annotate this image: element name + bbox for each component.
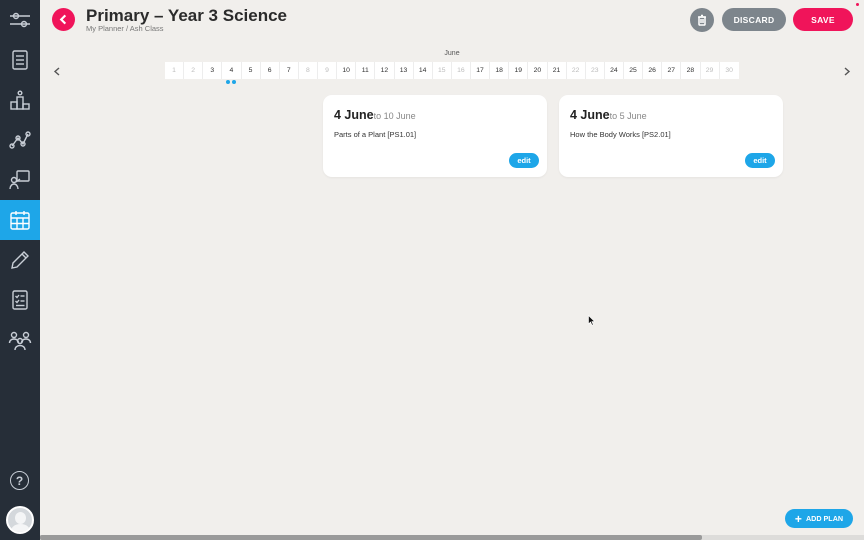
- calendar-day[interactable]: 27: [662, 62, 682, 79]
- calendar-day[interactable]: 8: [299, 62, 318, 79]
- nav-assessment[interactable]: [0, 80, 40, 120]
- nav-edit[interactable]: [0, 240, 40, 280]
- calendar-day[interactable]: 26: [643, 62, 663, 79]
- add-plan-button[interactable]: + ADD PLAN: [785, 509, 853, 528]
- nav-progress[interactable]: [0, 120, 40, 160]
- calendar-day[interactable]: 10: [337, 62, 357, 79]
- discard-button[interactable]: DISCARD: [722, 8, 786, 31]
- plan-date-range: 4 Juneto 5 June: [570, 106, 647, 124]
- scrollbar-thumb[interactable]: [40, 535, 702, 540]
- avatar-shoulders: [11, 524, 30, 532]
- calendar-day[interactable]: 21: [548, 62, 567, 79]
- back-button[interactable]: [52, 8, 75, 31]
- nav-curriculum[interactable]: [0, 40, 40, 80]
- next-month-button[interactable]: [841, 64, 853, 78]
- calendar-icon: [10, 211, 30, 230]
- calendar-day[interactable]: 3: [203, 62, 223, 79]
- calendar-day[interactable]: 25: [624, 62, 644, 79]
- calendar-day[interactable]: 13: [395, 62, 414, 79]
- network-icon: [9, 131, 31, 149]
- chevron-left-icon: [53, 66, 60, 76]
- save-button[interactable]: SAVE: [793, 8, 853, 31]
- calendar-day[interactable]: 23: [586, 62, 605, 79]
- nav-teaching[interactable]: [0, 160, 40, 200]
- nav-groups[interactable]: [0, 320, 40, 360]
- page-title: Primary – Year 3 Science: [86, 6, 288, 25]
- calendar-day[interactable]: 30: [720, 62, 739, 79]
- plan-card[interactable]: 4 Juneto 5 June How the Body Works [PS2.…: [559, 95, 783, 177]
- edit-plan-button[interactable]: edit: [509, 153, 539, 168]
- calendar-day[interactable]: 17: [471, 62, 491, 79]
- help-button[interactable]: ?: [10, 471, 29, 490]
- month-label: June: [444, 50, 460, 57]
- calendar-day[interactable]: 15: [433, 62, 452, 79]
- calendar-day[interactable]: 4: [222, 62, 242, 79]
- sliders-icon: [10, 12, 30, 28]
- plan-end-date: to 10 June: [373, 111, 416, 121]
- trash-icon: [698, 14, 706, 26]
- edit-plan-button[interactable]: edit: [745, 153, 775, 168]
- plan-topic: Parts of a Plant [PS1.01]: [334, 130, 417, 139]
- chevron-left-icon: [59, 14, 67, 25]
- calendar-day[interactable]: 5: [242, 62, 261, 79]
- calendar-day[interactable]: 6: [261, 62, 280, 79]
- calendar-day[interactable]: 20: [528, 62, 548, 79]
- notification-dot: [856, 3, 859, 6]
- calendar-day[interactable]: 2: [184, 62, 204, 79]
- calendar-day[interactable]: 19: [509, 62, 529, 79]
- avatar[interactable]: [6, 506, 34, 534]
- calendar-day[interactable]: 11: [356, 62, 376, 79]
- chevron-right-icon: [844, 66, 851, 76]
- people-icon: [8, 331, 32, 351]
- avatar-head: [15, 512, 26, 524]
- calendar-day[interactable]: 16: [452, 62, 471, 79]
- selected-day-indicator: [225, 80, 237, 84]
- add-plan-label: ADD PLAN: [805, 514, 844, 523]
- date-strip: 1 2 3 4 5 6 7 8 9 10 11 12 13 14 15 16 17 18 19 20 21 22 23 24 2…: [165, 62, 739, 79]
- breadcrumb[interactable]: My Planner / Ash Class: [86, 24, 164, 33]
- calendar-day[interactable]: 29: [701, 62, 720, 79]
- plan-date-range: 4 Juneto 10 June: [334, 106, 416, 124]
- calendar-day[interactable]: 7: [280, 62, 299, 79]
- plan-end-date: to 5 June: [609, 111, 647, 121]
- delete-button[interactable]: [690, 8, 714, 32]
- nav-settings[interactable]: [0, 0, 40, 40]
- nav-tasks[interactable]: [0, 280, 40, 320]
- calendar-day[interactable]: 18: [490, 62, 510, 79]
- plan-start-date: 4 June: [334, 108, 374, 122]
- calendar-day[interactable]: 9: [318, 62, 338, 79]
- calendar-day[interactable]: 12: [375, 62, 395, 79]
- mouse-cursor-icon: [588, 315, 596, 326]
- plus-icon: +: [794, 511, 802, 526]
- plan-topic: How the Body Works [PS2.01]: [570, 130, 671, 139]
- calendar-day[interactable]: 1: [165, 62, 185, 79]
- podium-icon: [10, 90, 30, 110]
- plan-start-date: 4 June: [570, 108, 610, 122]
- calendar-day[interactable]: 24: [605, 62, 624, 79]
- checklist-icon: [12, 50, 28, 70]
- calendar-day[interactable]: 22: [567, 62, 586, 79]
- pencil-icon: [11, 251, 29, 269]
- previous-month-button[interactable]: [51, 64, 63, 78]
- sidebar: ?: [0, 0, 40, 540]
- presentation-icon: [9, 170, 30, 190]
- calendar-day[interactable]: 28: [681, 62, 701, 79]
- plan-card[interactable]: 4 Juneto 10 June Parts of a Plant [PS1.0…: [323, 95, 547, 177]
- task-list-icon: [12, 290, 28, 310]
- nav-planner[interactable]: [0, 200, 40, 240]
- calendar-day[interactable]: 14: [414, 62, 433, 79]
